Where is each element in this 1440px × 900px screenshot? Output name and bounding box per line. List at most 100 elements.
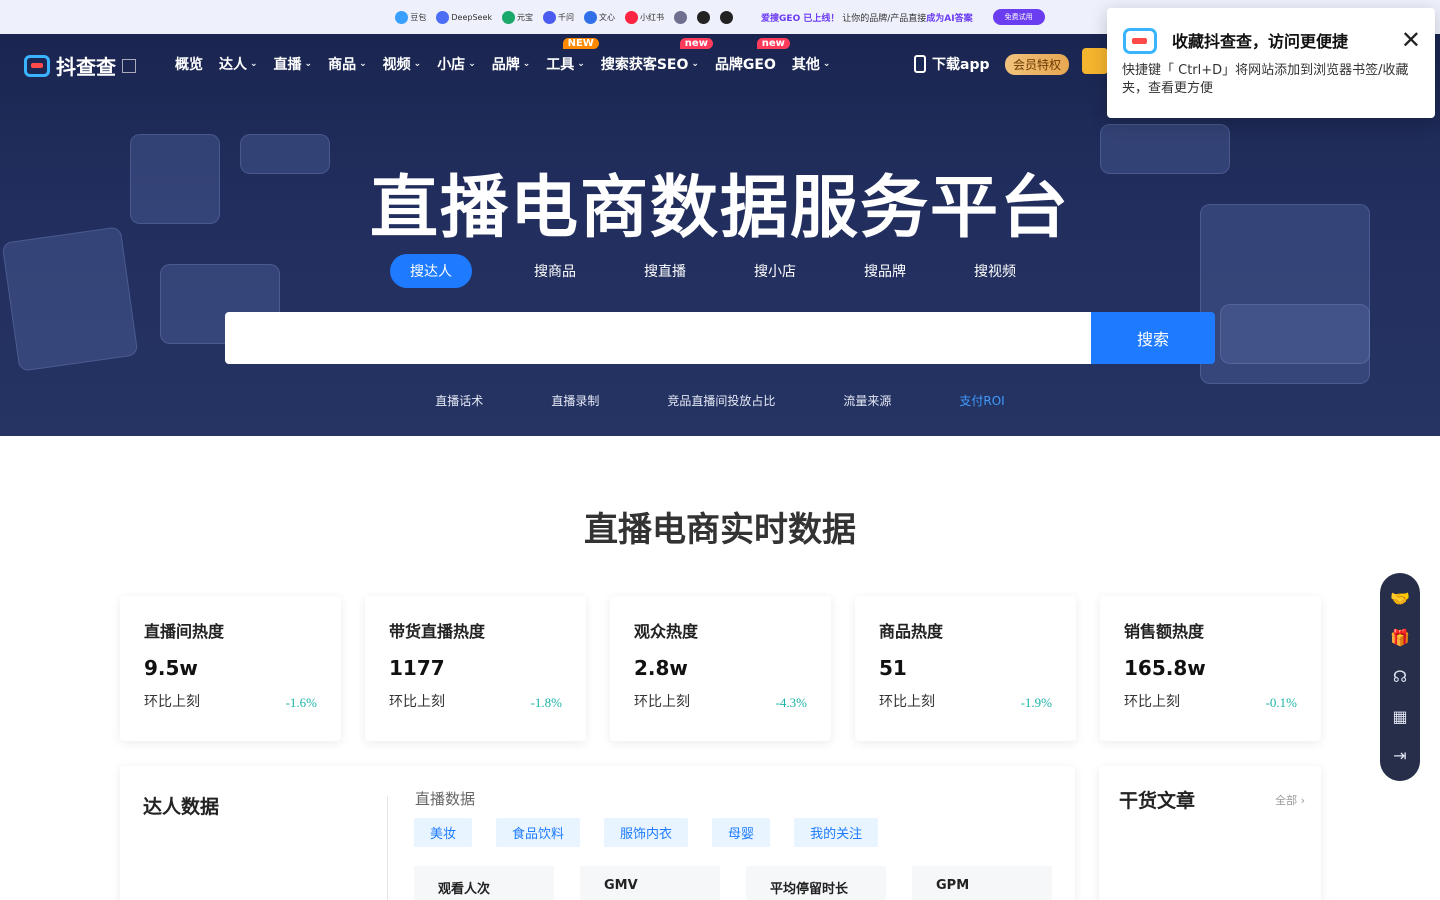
search-input[interactable] <box>225 312 1091 364</box>
qrcode-icon[interactable]: ▦ <box>1389 705 1411 727</box>
ai-chip: 豆包 <box>395 10 426 24</box>
search-tab[interactable]: 搜商品 <box>500 254 610 288</box>
main-menu: 概览 达人 ⌄ 直播 ⌄ 商品 ⌄ 视频 ⌄ 小店 ⌄ 品牌 ⌄ 工具 ⌄ NEW 搜索获客SEO ⌄ new 品牌G… <box>175 38 831 74</box>
handshake-icon[interactable]: 🤝 <box>1389 588 1411 610</box>
category-chip[interactable]: 美妆 <box>414 818 473 847</box>
gift-icon[interactable]: 🎁 <box>1389 627 1411 649</box>
exit-icon[interactable]: ⇥ <box>1389 744 1411 766</box>
close-icon[interactable]: ✕ <box>1401 26 1421 54</box>
ai-logo-icon <box>697 10 711 24</box>
stat-card[interactable]: 直播间热度 9.5w 环比上刻 -1.6% <box>120 596 341 741</box>
chevron-down-icon: ⌄ <box>522 59 531 69</box>
nav-item-label: 搜索获客SEO <box>600 57 689 73</box>
nav-item[interactable]: 小店 ⌄ <box>437 54 476 74</box>
ai-chip <box>674 10 688 24</box>
new-badge: NEW <box>562 38 599 49</box>
stat-card[interactable]: 带货直播热度 1177 环比上刻 -1.8% <box>365 596 586 741</box>
nav-item-label: 概览 <box>175 57 203 73</box>
metric-column-header[interactable]: 平均停留时长 <box>746 866 886 900</box>
gift-icon[interactable] <box>1082 48 1108 74</box>
main-content: 直播电商实时数据 直播间热度 9.5w 环比上刻 -1.6% 带货直播热度 1177 环比上… <box>0 436 1440 900</box>
new-badge: new <box>679 38 713 49</box>
grid-icon[interactable] <box>122 58 136 73</box>
section-title: 直播电商实时数据 <box>584 510 856 550</box>
promo-emphasis: 成为AI答案 <box>926 13 973 24</box>
search-tab[interactable]: 搜视频 <box>940 254 1050 288</box>
nav-item[interactable]: 品牌 ⌄ <box>492 54 531 74</box>
search-tab[interactable]: 搜小店 <box>720 254 830 288</box>
stat-compare-label: 环比上刻 <box>1124 694 1180 710</box>
stat-value: 165.8w <box>1124 656 1206 680</box>
nav-item[interactable]: 视频 ⌄ <box>383 54 422 74</box>
stat-change: -0.1% <box>1265 695 1297 710</box>
metric-column-header[interactable]: GMV <box>580 866 720 900</box>
ai-logo-icon <box>502 10 516 24</box>
nav-item[interactable]: 搜索获客SEO ⌄ new <box>600 38 713 74</box>
articles-panel: 干货文章 全部 › <box>1099 766 1321 900</box>
nav-item[interactable]: 品牌GEO new <box>715 38 790 74</box>
search-button[interactable]: 搜索 <box>1091 312 1215 364</box>
promo-headline: 爱搜GEO 已上线！ 让你的品牌/产品直接成为AI答案 <box>761 11 973 24</box>
nav-item-label: 达人 <box>219 57 247 73</box>
ai-chip-label: 文心 <box>599 12 616 22</box>
quick-link[interactable]: 支付ROI <box>959 392 1004 409</box>
category-chip[interactable]: 食品饮料 <box>496 818 581 847</box>
search-tab[interactable]: 搜达人 <box>390 254 472 288</box>
quick-link[interactable]: 直播话术 <box>435 392 483 409</box>
logo[interactable]: 抖查查 <box>24 51 136 80</box>
nav-item[interactable]: 商品 ⌄ <box>328 54 367 74</box>
nav-item[interactable]: 直播 ⌄ <box>274 54 313 74</box>
category-chip[interactable]: 服饰内衣 <box>604 818 689 847</box>
realtime-cards: 直播间热度 9.5w 环比上刻 -1.6% 带货直播热度 1177 环比上刻 -1.8% 观众热… <box>120 596 1321 741</box>
stat-change: -4.3% <box>775 695 807 710</box>
popup-desc: 快捷键「 Ctrl+D」将网站添加到浏览器书签/收藏夹，查看更方便 <box>1122 63 1409 96</box>
nav-item[interactable]: 其他 ⌄ <box>792 54 831 74</box>
chevron-down-icon: ⌄ <box>359 59 367 69</box>
popup-title: 收藏抖查查，访问更便捷 <box>1172 32 1349 51</box>
category-chip[interactable]: 我的关注 <box>794 818 879 847</box>
stat-title: 销售额热度 <box>1124 622 1205 641</box>
search-tab[interactable]: 搜品牌 <box>830 254 940 288</box>
nav-item-label: 小店 <box>437 57 466 73</box>
free-trial-button[interactable]: 免费试用 <box>992 9 1045 25</box>
ai-logo-icon <box>674 10 688 24</box>
ai-logo-icon <box>720 10 734 24</box>
favorite-popup: 收藏抖查查，访问更便捷 ✕ 快捷键「 Ctrl+D」将网站添加到浏览器书签/收藏… <box>1107 8 1435 118</box>
ai-chip: DeepSeek <box>436 10 493 24</box>
headset-icon[interactable]: ☊ <box>1389 666 1411 688</box>
nav-item-label: 直播 <box>273 57 302 73</box>
ai-logo-icon <box>584 10 598 24</box>
nav-item-label: 视频 <box>382 57 411 73</box>
quick-link[interactable]: 竞品直播间投放占比 <box>667 392 775 409</box>
ai-logo-icon <box>625 10 639 24</box>
nav-item[interactable]: 达人 ⌄ <box>219 54 258 74</box>
phone-icon <box>914 55 926 73</box>
stat-card[interactable]: 观众热度 2.8w 环比上刻 -4.3% <box>610 596 831 741</box>
nav-item[interactable]: 工具 ⌄ NEW <box>546 38 599 74</box>
metric-column-header[interactable]: GPM <box>912 866 1052 900</box>
ai-logo-icon <box>543 10 557 24</box>
stat-title: 商品热度 <box>879 622 944 641</box>
decor-block <box>1220 304 1370 364</box>
ai-chip-label: 元宝 <box>517 12 534 22</box>
nav-item[interactable]: 概览 <box>175 54 203 74</box>
category-chip[interactable]: 母婴 <box>712 818 771 847</box>
download-app-link[interactable]: 下载app <box>914 54 990 74</box>
chevron-down-icon: ⌄ <box>822 59 831 69</box>
quick-link[interactable]: 流量来源 <box>843 392 891 409</box>
ai-chip-label: DeepSeek <box>451 12 493 22</box>
nav-item-label: 工具 <box>546 57 575 73</box>
stat-change: -1.9% <box>1020 695 1052 710</box>
quick-link[interactable]: 直播录制 <box>551 392 599 409</box>
articles-all-link[interactable]: 全部 › <box>1275 792 1305 808</box>
search-tab[interactable]: 搜直播 <box>610 254 720 288</box>
vip-button[interactable]: 会员特权 <box>1005 54 1070 75</box>
search-tabs: 搜达人 搜商品 搜直播 搜小店 搜品牌 搜视频 <box>390 254 1050 288</box>
stat-card[interactable]: 销售额热度 165.8w 环比上刻 -0.1% <box>1100 596 1321 741</box>
ai-chip: 文心 <box>584 10 616 24</box>
nav-item-label: 其他 <box>791 57 820 73</box>
metric-column-header[interactable]: 观看人次 <box>414 866 554 900</box>
chevron-down-icon: ⌄ <box>413 59 422 69</box>
stat-title: 直播间热度 <box>144 622 225 641</box>
stat-card[interactable]: 商品热度 51 环比上刻 -1.9% <box>855 596 1076 741</box>
